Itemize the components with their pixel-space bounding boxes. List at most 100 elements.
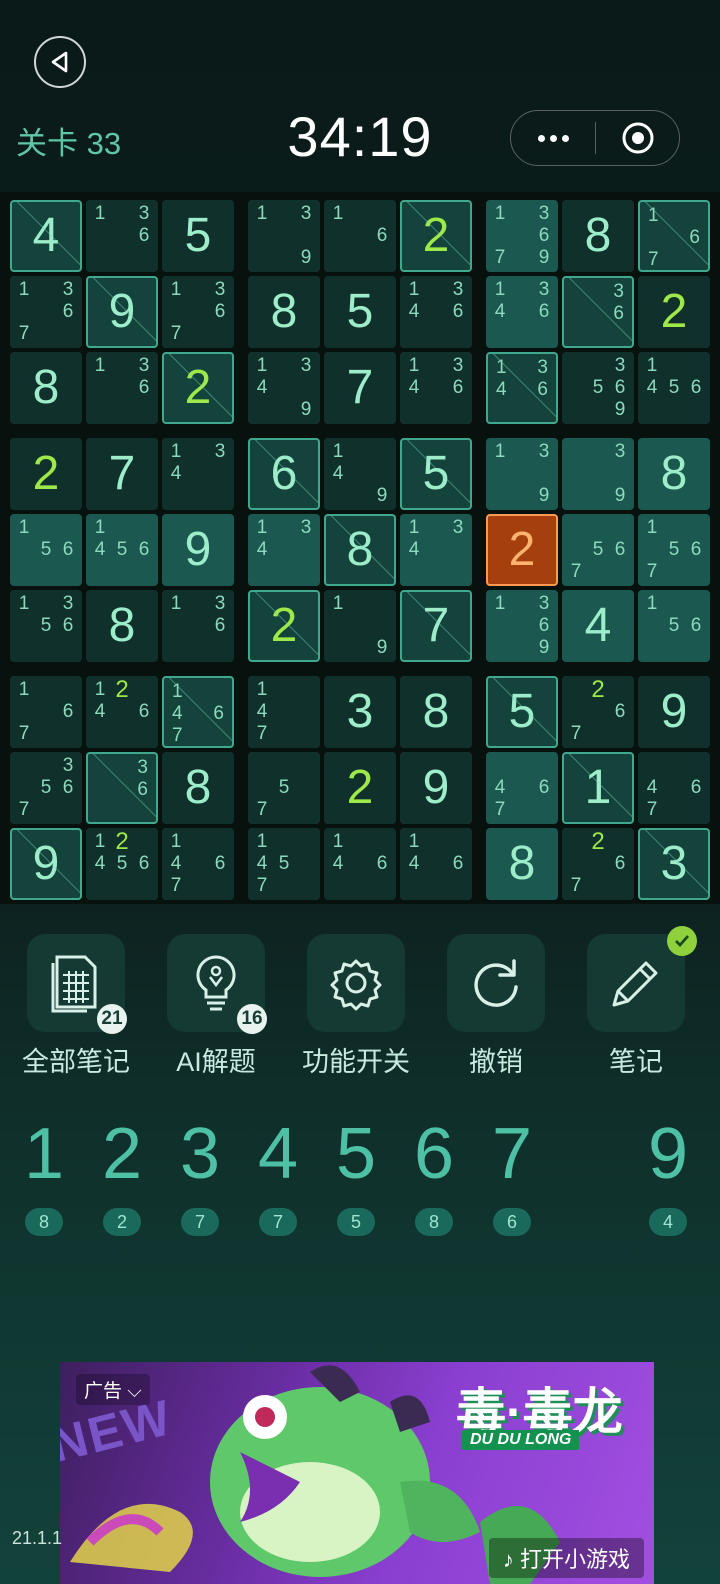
sudoku-cell[interactable]: 8 <box>486 828 558 900</box>
sudoku-cell[interactable]: 1 369 <box>486 590 558 662</box>
sudoku-cell[interactable]: 1 36 <box>86 352 158 424</box>
sudoku-cell[interactable]: 1 3 4 6 <box>400 276 472 348</box>
sudoku-cell[interactable]: 4 6 7 <box>486 752 558 824</box>
sudoku-cell[interactable]: 12456 <box>86 828 158 900</box>
sudoku-cell[interactable]: 9 <box>162 514 234 586</box>
number-key-7[interactable]: 76 <box>473 1114 551 1236</box>
sudoku-cell[interactable]: 1 36 7 9 <box>486 200 558 272</box>
sudoku-cell[interactable]: 9 <box>86 276 158 348</box>
sudoku-cell[interactable]: 26 7 <box>562 676 634 748</box>
sudoku-cell[interactable]: 147 <box>248 676 320 748</box>
sudoku-cell[interactable]: 3 <box>324 676 396 748</box>
ad-banner[interactable]: NEW 广告 ⌵ 毒·毒龙 DU DU LONG ♪ 打开小游戏 <box>60 1362 654 1584</box>
sudoku-cell[interactable]: 57 <box>248 752 320 824</box>
sudoku-cell[interactable]: 1 3 4 <box>248 514 320 586</box>
tool-5[interactable]: 笔记 <box>566 926 706 1079</box>
sudoku-cell[interactable]: 1 <box>562 752 634 824</box>
sudoku-cell[interactable]: 2 <box>162 352 234 424</box>
number-key-6[interactable]: 68 <box>395 1114 473 1236</box>
sudoku-cell[interactable]: 14 9 <box>324 438 396 510</box>
sudoku-cell[interactable]: 1457 <box>248 828 320 900</box>
tool-2[interactable]: 16 AI解题 <box>146 934 286 1079</box>
number-key-9[interactable]: 94 <box>629 1114 707 1236</box>
tool-icon-box[interactable]: 21 <box>27 934 127 1034</box>
sudoku-cell[interactable]: 8 <box>10 352 82 424</box>
sudoku-cell[interactable]: 124 6 <box>86 676 158 748</box>
sudoku-cell[interactable]: 1 6 7 <box>638 200 710 272</box>
sudoku-cell[interactable]: 36 <box>86 752 158 824</box>
sudoku-cell[interactable]: 2 <box>324 752 396 824</box>
sudoku-cell[interactable]: 5 <box>162 200 234 272</box>
number-key-2[interactable]: 22 <box>83 1114 161 1236</box>
sudoku-cell[interactable]: 1 3 9 <box>248 200 320 272</box>
sudoku-cell[interactable]: 1 356 <box>10 590 82 662</box>
sudoku-cell[interactable]: 8 <box>324 514 396 586</box>
sudoku-cell[interactable]: 8 <box>162 752 234 824</box>
sudoku-cell[interactable]: 5 <box>324 276 396 348</box>
sudoku-cell[interactable]: 14 6 <box>400 828 472 900</box>
sudoku-cell[interactable]: 8 <box>400 676 472 748</box>
sudoku-cell[interactable]: 36 <box>562 276 634 348</box>
sudoku-cell[interactable]: 1567 <box>638 514 710 586</box>
sudoku-cell[interactable]: 156 <box>638 590 710 662</box>
tool-icon-box[interactable] <box>447 934 545 1032</box>
tool-icon-box[interactable]: 16 <box>167 934 267 1034</box>
sudoku-cell[interactable]: 1 36 7 <box>10 276 82 348</box>
sudoku-cell[interactable]: 1 36 <box>162 590 234 662</box>
sudoku-cell[interactable]: 4 6 7 <box>638 752 710 824</box>
sudoku-cell[interactable]: 7 <box>324 352 396 424</box>
sudoku-cell[interactable]: 1456 <box>86 514 158 586</box>
sudoku-cell[interactable]: 8 <box>562 200 634 272</box>
tool-4[interactable]: 撤销 <box>426 934 566 1079</box>
sudoku-cell[interactable]: 2 <box>10 438 82 510</box>
sudoku-cell[interactable]: 3569 <box>562 352 634 424</box>
sudoku-cell[interactable]: 9 <box>638 676 710 748</box>
sudoku-cell[interactable]: 1 3 9 <box>486 438 558 510</box>
sudoku-cell[interactable]: 3 <box>638 828 710 900</box>
sudoku-cell[interactable]: 26 7 <box>562 828 634 900</box>
close-miniprogram-button[interactable] <box>596 121 679 155</box>
number-key-1[interactable]: 18 <box>5 1114 83 1236</box>
sudoku-cell[interactable]: 1 3 4 9 <box>248 352 320 424</box>
sudoku-cell[interactable]: 2 <box>248 590 320 662</box>
sudoku-cell[interactable]: 9 <box>10 828 82 900</box>
sudoku-cell[interactable]: 56 7 <box>562 514 634 586</box>
sudoku-cell[interactable]: 4 <box>10 200 82 272</box>
sudoku-cell[interactable]: 1 3 4 <box>400 514 472 586</box>
more-options-button[interactable] <box>511 134 595 142</box>
selected-cell[interactable]: 2 <box>486 514 558 586</box>
sudoku-cell[interactable]: 1 3 4 6 <box>400 352 472 424</box>
sudoku-cell[interactable]: 16 <box>324 200 396 272</box>
sudoku-cell[interactable]: 19 <box>324 590 396 662</box>
sudoku-cell[interactable]: 1 3 4 <box>162 438 234 510</box>
sudoku-cell[interactable]: 156 <box>10 514 82 586</box>
sudoku-cell[interactable]: 9 <box>400 752 472 824</box>
sudoku-cell[interactable]: 8 <box>86 590 158 662</box>
sudoku-cell[interactable]: 2 <box>638 276 710 348</box>
sudoku-cell[interactable]: 14 6 7 <box>162 676 234 748</box>
sudoku-cell[interactable]: 1 36 7 <box>162 276 234 348</box>
sudoku-cell[interactable]: 14 6 <box>324 828 396 900</box>
sudoku-cell[interactable]: 2 <box>400 200 472 272</box>
number-key-4[interactable]: 47 <box>239 1114 317 1236</box>
sudoku-cell[interactable]: 7 <box>86 438 158 510</box>
sudoku-cell[interactable]: 1456 <box>638 352 710 424</box>
tool-icon-box[interactable] <box>587 926 697 1032</box>
sudoku-cell[interactable]: 5 <box>486 676 558 748</box>
number-key-5[interactable]: 55 <box>317 1114 395 1236</box>
number-key-3[interactable]: 37 <box>161 1114 239 1236</box>
sudoku-cell[interactable]: 14 6 7 <box>162 828 234 900</box>
ad-label[interactable]: 广告 ⌵ <box>76 1374 150 1405</box>
sudoku-cell[interactable]: 1 36 <box>86 200 158 272</box>
sudoku-cell[interactable]: 356 7 <box>10 752 82 824</box>
sudoku-cell[interactable]: 1 6 7 <box>10 676 82 748</box>
tool-icon-box[interactable] <box>307 934 405 1032</box>
back-button[interactable] <box>34 36 86 88</box>
tool-3[interactable]: 功能开关 <box>286 934 426 1079</box>
tool-1[interactable]: 21 全部笔记 <box>6 934 146 1079</box>
sudoku-cell[interactable]: 8 <box>248 276 320 348</box>
sudoku-cell[interactable]: 1 3 4 6 <box>486 352 558 424</box>
sudoku-cell[interactable]: 4 <box>562 590 634 662</box>
sudoku-cell[interactable]: 5 <box>400 438 472 510</box>
sudoku-cell[interactable]: 7 <box>400 590 472 662</box>
